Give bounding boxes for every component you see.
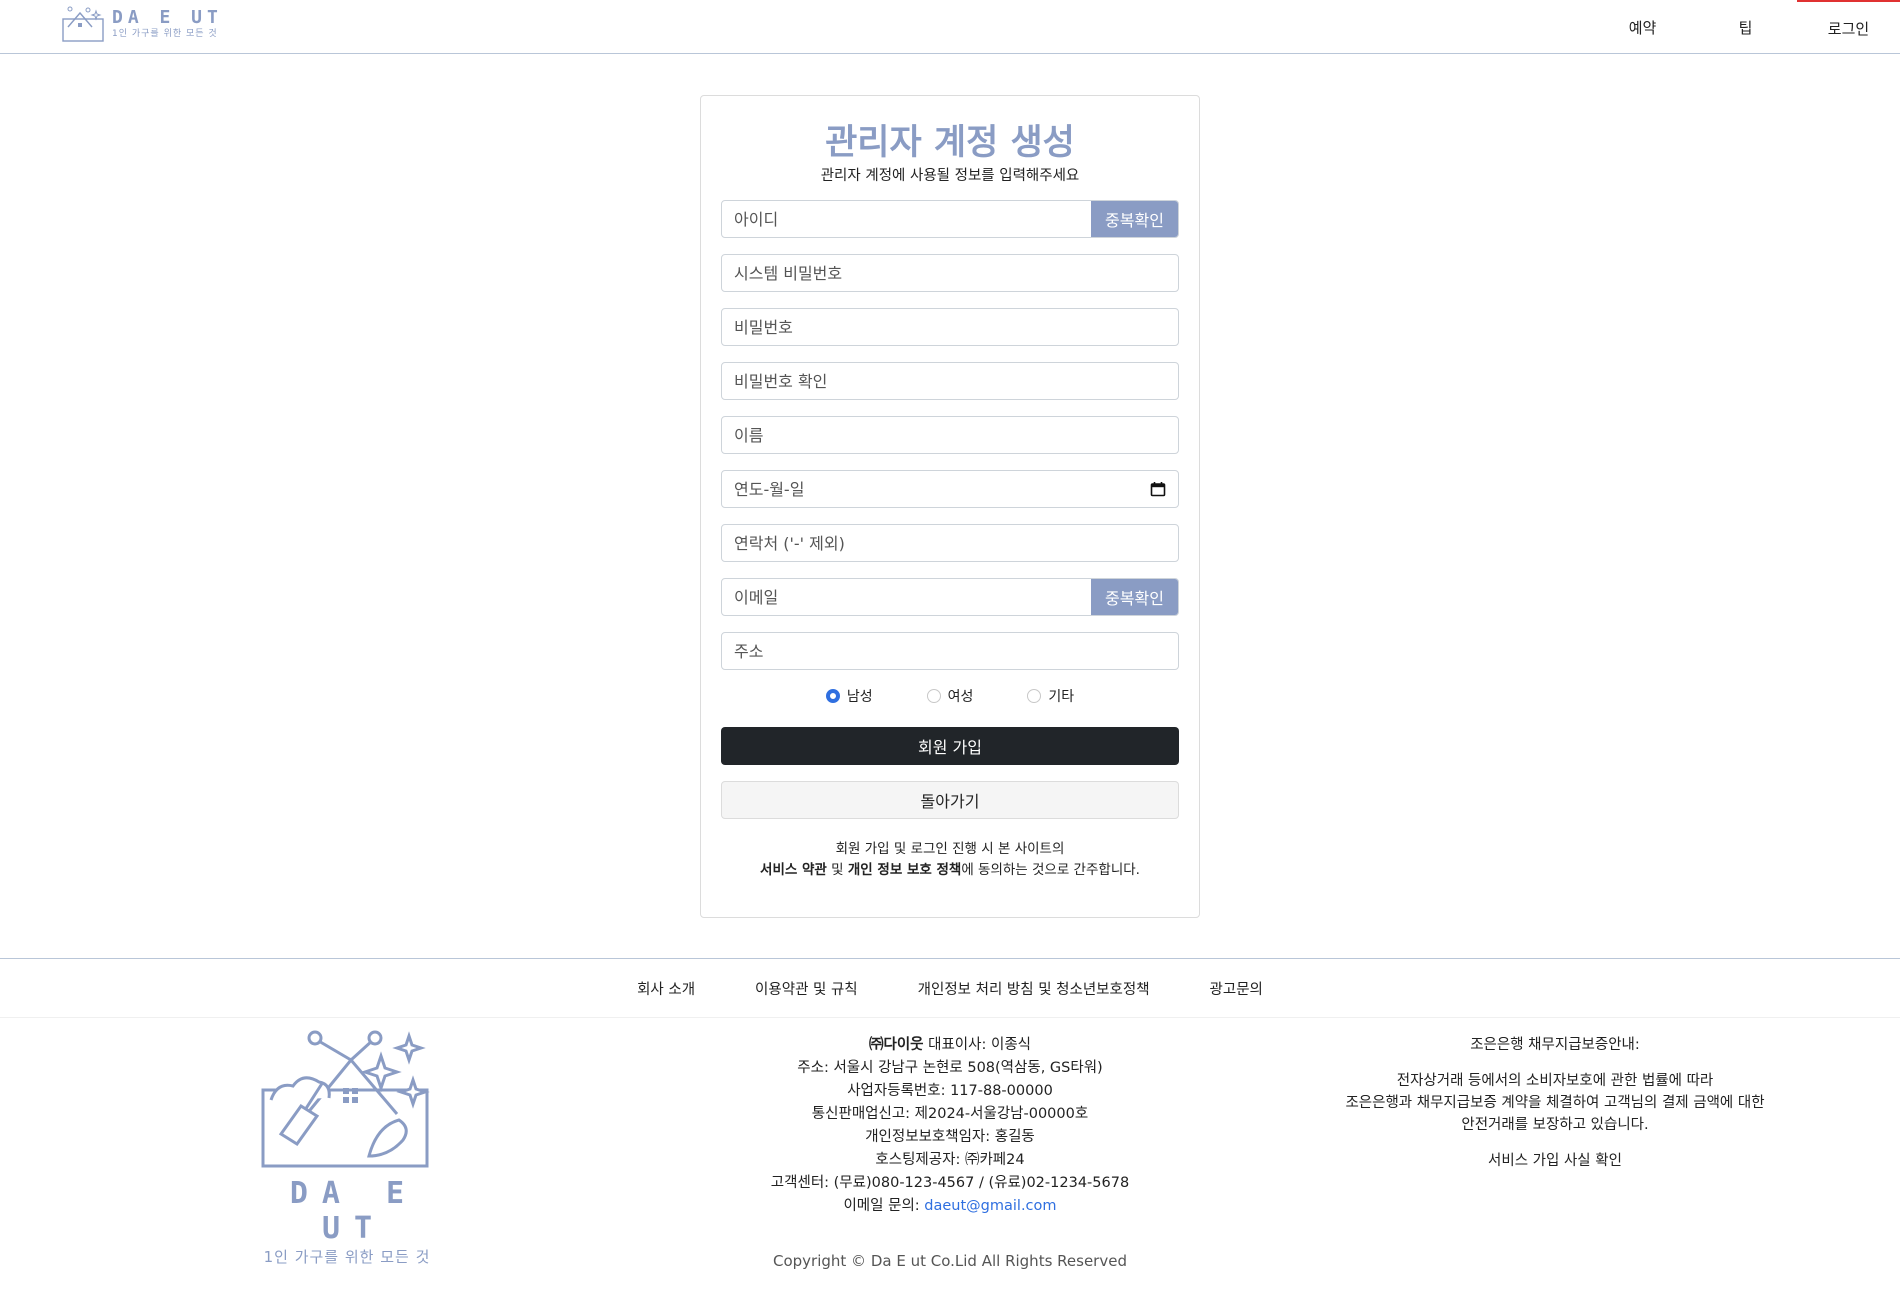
guarantee-line2: 조은은행과 채무지급보증 계약을 체결하여 고객님의 결제 금액에 대한 — [1345, 1095, 1765, 1111]
footer-link-about[interactable]: 회사 소개 — [637, 978, 695, 999]
privacy-policy-link[interactable]: 개인 정보 보호 정책 — [848, 862, 961, 878]
name-input[interactable] — [722, 417, 1178, 453]
phone-input[interactable] — [722, 525, 1178, 561]
email-field-group: 중복확인 — [721, 578, 1179, 616]
password-field-group — [721, 308, 1179, 346]
guarantee-title: 조은은행 채무지급보증안내: — [1470, 1037, 1640, 1053]
username-input[interactable] — [722, 201, 1091, 237]
footer-logo-subtitle: 1인 가구를 위한 모든 것 — [263, 1248, 431, 1266]
email-inquiry-link[interactable]: daeut@gmail.com — [924, 1198, 1056, 1214]
mail-order-registration: 통신판매업신고: 제2024-서울강남-00000호 — [811, 1106, 1089, 1122]
gender-option-female[interactable]: 여성 — [926, 686, 974, 706]
gender-option-male[interactable]: 남성 — [825, 686, 873, 706]
radio-female[interactable] — [926, 689, 941, 703]
gender-option-other[interactable]: 기타 — [1027, 686, 1074, 706]
payment-guarantee-info: 조은은행 채무지급보증안내: 전자상거래 등에서의 소비자보호에 관한 법률에 … — [1310, 1034, 1800, 1172]
privacy-officer: 개인정보보호책임자: 홍길동 — [865, 1129, 1035, 1145]
password-confirm-field-group — [721, 362, 1179, 400]
email-dup-check-button[interactable]: 중복확인 — [1091, 579, 1178, 615]
footer-link-ads[interactable]: 광고문의 — [1210, 978, 1263, 999]
back-button[interactable]: 돌아가기 — [721, 781, 1179, 819]
page-title: 관리자 계정 생성 — [825, 123, 1075, 163]
birth-date-input[interactable] — [722, 471, 1150, 507]
radio-other[interactable] — [1027, 689, 1042, 703]
footer-logo: DA E UT 1인 가구를 위한 모든 것 — [257, 1030, 437, 1267]
service-verification-link[interactable]: 서비스 가입 사실 확인 — [1310, 1150, 1800, 1172]
admin-signup-card: 관리자 계정 생성 관리자 계정에 사용될 정보를 입력해주세요 중복확인 중복… — [700, 95, 1200, 918]
house-logo-icon — [261, 1030, 430, 1168]
company-info: ㈜다이웃 대표이사: 이종식 주소: 서울시 강남구 논현로 508(역삼동, … — [700, 1034, 1200, 1218]
notice-and: 및 — [826, 862, 848, 878]
gender-radio-group: 남성 여성 기타 — [701, 686, 1199, 706]
birth-date-field-group — [721, 470, 1179, 508]
company-ceo: 대표이사: 이종식 — [923, 1037, 1031, 1053]
notice-line1: 회원 가입 및 로그인 진행 시 본 사이트의 — [835, 841, 1065, 857]
gender-label-male: 남성 — [846, 689, 873, 705]
system-password-field-group — [721, 254, 1179, 292]
logo-subtitle: 1인 가구를 위한 모든 것 — [112, 29, 218, 39]
nav-tips[interactable]: 팁 — [1694, 0, 1797, 54]
house-logo-icon — [62, 6, 104, 42]
hosting-provider: 호스팅제공자: ㈜카페24 — [875, 1152, 1025, 1168]
gender-label-other: 기타 — [1048, 689, 1075, 705]
address-input[interactable] — [722, 633, 1178, 669]
terms-link[interactable]: 서비스 약관 — [760, 862, 827, 878]
gender-label-female: 여성 — [947, 689, 974, 705]
footer-logo-title: DA E UT — [289, 1176, 419, 1246]
header-logo[interactable]: DA E UT 1인 가구를 위한 모든 것 — [60, 5, 223, 43]
calendar-icon[interactable] — [1150, 481, 1166, 497]
business-number: 사업자등록번호: 117-88-00000 — [847, 1083, 1053, 1099]
logo-title: DA E UT — [112, 7, 223, 28]
customer-center: 고객센터: (무료)080-123-4567 / (유료)02-1234-567… — [770, 1175, 1130, 1191]
guarantee-line3: 안전거래를 보장하고 있습니다. — [1461, 1117, 1649, 1133]
phone-field-group — [721, 524, 1179, 562]
guarantee-line1: 전자상거래 등에서의 소비자보호에 관한 법률에 따라 — [1396, 1073, 1714, 1089]
password-input[interactable] — [722, 309, 1178, 345]
page-description: 관리자 계정에 사용될 정보를 입력해주세요 — [820, 168, 1080, 184]
name-field-group — [721, 416, 1179, 454]
email-inquiry-label: 이메일 문의: — [843, 1198, 925, 1214]
email-input[interactable] — [722, 579, 1091, 615]
notice-end: 에 동의하는 것으로 간주합니다. — [961, 862, 1140, 878]
username-dup-check-button[interactable]: 중복확인 — [1091, 201, 1178, 237]
top-nav: 예약 팁 로그인 — [1591, 0, 1900, 54]
company-address: 주소: 서울시 강남구 논현로 508(역삼동, GS타워) — [797, 1060, 1103, 1076]
footer-link-terms[interactable]: 이용약관 및 규칙 — [755, 978, 858, 999]
footer-nav: 회사 소개 이용약관 및 규칙 개인정보 처리 방침 및 청소년보호정책 광고문… — [0, 958, 1900, 1018]
top-header: DA E UT 1인 가구를 위한 모든 것 예약 팁 로그인 — [0, 0, 1900, 54]
join-button[interactable]: 회원 가입 — [721, 727, 1179, 765]
username-field-group: 중복확인 — [721, 200, 1179, 238]
terms-notice: 회원 가입 및 로그인 진행 시 본 사이트의 서비스 약관 및 개인 정보 보… — [701, 839, 1199, 881]
nav-reservation[interactable]: 예약 — [1591, 0, 1694, 54]
radio-male[interactable] — [825, 689, 840, 703]
nav-login[interactable]: 로그인 — [1797, 0, 1900, 54]
password-confirm-input[interactable] — [722, 363, 1178, 399]
copyright: Copyright © Da E ut Co.Lid All Rights Re… — [773, 1252, 1127, 1270]
address-field-group — [721, 632, 1179, 670]
footer-link-privacy[interactable]: 개인정보 처리 방침 및 청소년보호정책 — [918, 978, 1150, 999]
company-name: ㈜다이웃 — [868, 1037, 924, 1053]
system-password-input[interactable] — [722, 255, 1178, 291]
